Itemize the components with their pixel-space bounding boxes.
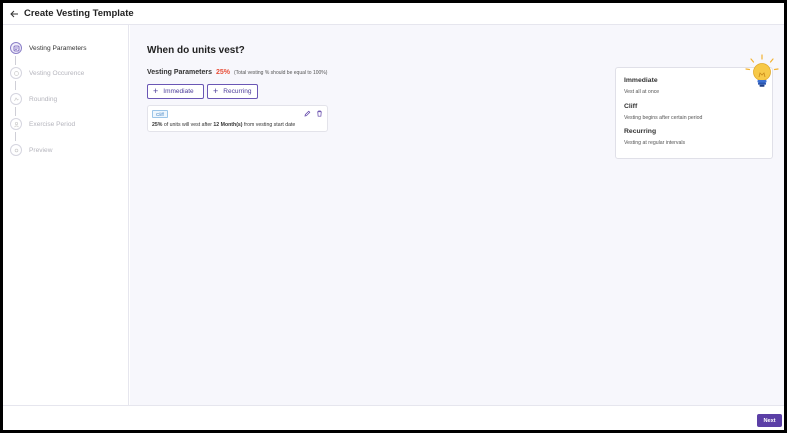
- section-title: When do units vest?: [147, 45, 245, 56]
- info-desc: Vesting at regular intervals: [624, 140, 686, 146]
- app-window: Create Vesting Template Vesting Paramete…: [3, 3, 784, 430]
- card-text-2: from vesting start date: [242, 122, 296, 128]
- step-connector: [15, 81, 16, 90]
- card-percent: 25%: [152, 122, 163, 128]
- card-period: 12 Month(s): [213, 122, 243, 128]
- step-rounding[interactable]: Rounding: [10, 93, 57, 105]
- info-item-immediate: Immediate Vest all at once: [624, 77, 659, 95]
- lightbulb-icon: [745, 54, 779, 87]
- step-vesting-occurence[interactable]: Vesting Occurence: [10, 67, 84, 79]
- cliff-tag: Cliff: [152, 110, 168, 118]
- step-label: Rounding: [29, 95, 58, 103]
- info-item-recurring: Recurring Vesting at regular intervals: [624, 128, 685, 146]
- card-text-1: of units will vest after: [162, 122, 214, 128]
- back-arrow-icon[interactable]: [9, 9, 19, 19]
- step-active-icon: [10, 42, 22, 54]
- step-connector: [15, 107, 16, 116]
- button-label: Immediate: [163, 88, 194, 95]
- edit-icon[interactable]: [303, 109, 311, 117]
- info-title: Cliff: [624, 103, 638, 110]
- step-label: Exercise Period: [29, 120, 76, 128]
- info-title: Recurring: [624, 128, 657, 135]
- step-exercise-period[interactable]: Exercise Period: [10, 118, 75, 130]
- next-button[interactable]: Next: [757, 414, 782, 427]
- page-title: Create Vesting Template: [24, 8, 134, 19]
- info-title: Immediate: [624, 77, 658, 84]
- vesting-card: Cliff 25% of units will vest after 12 Mo…: [147, 105, 328, 132]
- add-recurring-button[interactable]: + Recurring: [207, 84, 258, 99]
- step-pending-icon: [10, 93, 22, 105]
- card-description: 25% of units will vest after 12 Month(s)…: [152, 122, 295, 128]
- delete-icon[interactable]: [315, 109, 323, 117]
- params-note: (Total vesting % should be equal to 100%…: [234, 70, 328, 76]
- plus-icon: +: [153, 86, 159, 96]
- info-item-cliff: Cliff Vesting begins after certain perio…: [624, 103, 702, 121]
- main-content: When do units vest? Vesting Parameters 2…: [130, 25, 784, 405]
- button-label: Recurring: [223, 88, 252, 95]
- step-label: Preview: [29, 146, 53, 154]
- step-pending-icon: [10, 118, 22, 130]
- card-actions: [303, 109, 323, 117]
- top-header: Create Vesting Template: [3, 3, 784, 25]
- step-label: Vesting Occurence: [29, 69, 85, 77]
- step-label: Vesting Parameters: [29, 44, 87, 52]
- vesting-parameters-row: Vesting Parameters 25% (Total vesting % …: [147, 69, 327, 76]
- steps-sidebar: Vesting Parameters Vesting Occurence Rou…: [3, 25, 129, 405]
- add-immediate-button[interactable]: + Immediate: [147, 84, 204, 99]
- info-desc: Vest all at once: [624, 89, 660, 95]
- step-pending-icon: [10, 144, 22, 156]
- step-connector: [15, 56, 16, 65]
- step-pending-icon: [10, 67, 22, 79]
- step-connector: [15, 132, 16, 141]
- step-vesting-parameters[interactable]: Vesting Parameters: [10, 42, 87, 54]
- params-percent: 25%: [215, 69, 230, 76]
- params-label: Vesting Parameters: [147, 69, 212, 76]
- footer-bar: Next: [3, 405, 784, 430]
- info-desc: Vesting begins after certain period: [624, 115, 703, 121]
- plus-icon: +: [213, 86, 219, 96]
- step-preview[interactable]: Preview: [10, 144, 52, 156]
